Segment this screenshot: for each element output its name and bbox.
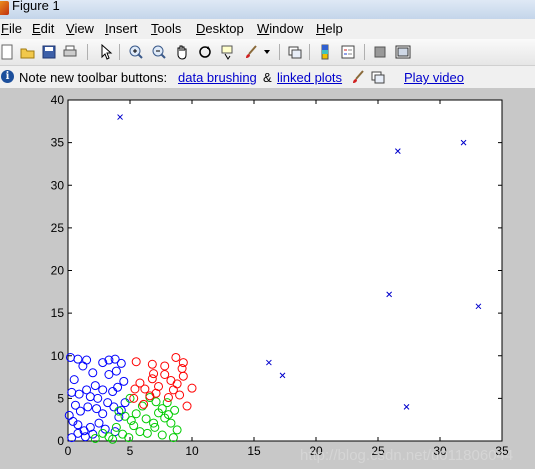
- circle-marker: [147, 374, 157, 384]
- circle-marker: [140, 384, 150, 394]
- circle-marker: [64, 410, 74, 420]
- y-tick-label: 40: [51, 93, 65, 107]
- y-tick-label: 15: [51, 306, 65, 320]
- x-tick-label: 0: [65, 444, 72, 458]
- circle-marker: [187, 383, 197, 393]
- circle-marker: [131, 357, 141, 367]
- circle-marker: [74, 389, 84, 399]
- circle-marker: [151, 397, 161, 407]
- circle-marker: [69, 375, 79, 385]
- x-marker: [266, 359, 272, 366]
- y-tick-label: 35: [51, 136, 65, 150]
- circle-marker: [178, 371, 188, 381]
- circle-marker: [83, 402, 93, 412]
- circle-marker: [98, 409, 108, 419]
- circle-marker: [162, 398, 172, 408]
- circle-marker: [108, 387, 118, 397]
- y-tick-label: 10: [51, 349, 65, 363]
- x-marker: [460, 139, 467, 146]
- circle-marker: [98, 385, 108, 395]
- circle-marker: [142, 428, 152, 438]
- circle-marker: [157, 430, 167, 440]
- circle-marker: [93, 393, 103, 403]
- y-tick-label: 5: [57, 391, 64, 405]
- x-tick-label: 5: [127, 444, 134, 458]
- circle-marker: [104, 370, 114, 380]
- circle-marker: [109, 402, 119, 412]
- circle-marker: [177, 364, 187, 374]
- circle-marker: [163, 393, 173, 403]
- circle-marker: [170, 405, 180, 415]
- circle-marker: [88, 368, 98, 378]
- circle-marker: [147, 359, 157, 369]
- circle-marker: [111, 366, 121, 376]
- circle-marker: [131, 409, 141, 419]
- circle-marker: [119, 376, 129, 386]
- axes-box: [67, 99, 503, 442]
- circle-marker: [120, 398, 130, 408]
- circle-marker: [172, 379, 182, 389]
- x-tick-label: 15: [247, 444, 261, 458]
- x-marker: [117, 114, 123, 120]
- circle-marker: [172, 425, 182, 435]
- circle-marker: [160, 370, 170, 380]
- circle-marker: [90, 381, 100, 391]
- scatter-plot: 0 5 10 15 20 25 30 350510152025303540 http://bl…: [51, 93, 514, 464]
- circle-marker: [113, 382, 123, 392]
- circle-marker: [130, 384, 140, 394]
- y-tick-label: 20: [51, 264, 65, 278]
- x-marker: [386, 291, 393, 298]
- x-marker: [403, 404, 410, 410]
- circle-marker: [160, 361, 170, 371]
- circle-marker: [78, 361, 88, 371]
- circle-marker: [116, 358, 126, 368]
- y-tick-label: 30: [51, 178, 65, 192]
- circle-marker: [85, 392, 95, 402]
- circle-marker: [129, 421, 139, 431]
- circle-marker: [149, 369, 159, 379]
- y-tick-label: 25: [51, 221, 65, 235]
- circle-marker: [124, 433, 134, 443]
- circle-marker: [82, 355, 92, 365]
- y-tick-label: 0: [57, 434, 64, 448]
- circle-marker: [94, 418, 104, 428]
- circle-marker: [141, 414, 151, 424]
- circle-marker: [67, 387, 77, 397]
- x-tick-label: 10: [185, 444, 199, 458]
- circle-marker: [168, 385, 178, 395]
- circle-marker: [168, 433, 178, 443]
- circle-marker: [73, 354, 83, 364]
- circle-marker: [166, 375, 176, 385]
- x-marker: [279, 372, 286, 379]
- circle-marker: [171, 352, 181, 362]
- x-marker: [394, 148, 401, 155]
- circle-marker: [118, 429, 128, 439]
- watermark-text: http://blog.csdn.net/u011806044: [300, 447, 513, 464]
- circle-marker: [182, 401, 192, 411]
- circle-marker: [166, 418, 176, 428]
- x-marker: [475, 303, 482, 310]
- circle-marker: [75, 406, 85, 416]
- circle-marker: [135, 427, 145, 437]
- circle-marker: [80, 432, 90, 442]
